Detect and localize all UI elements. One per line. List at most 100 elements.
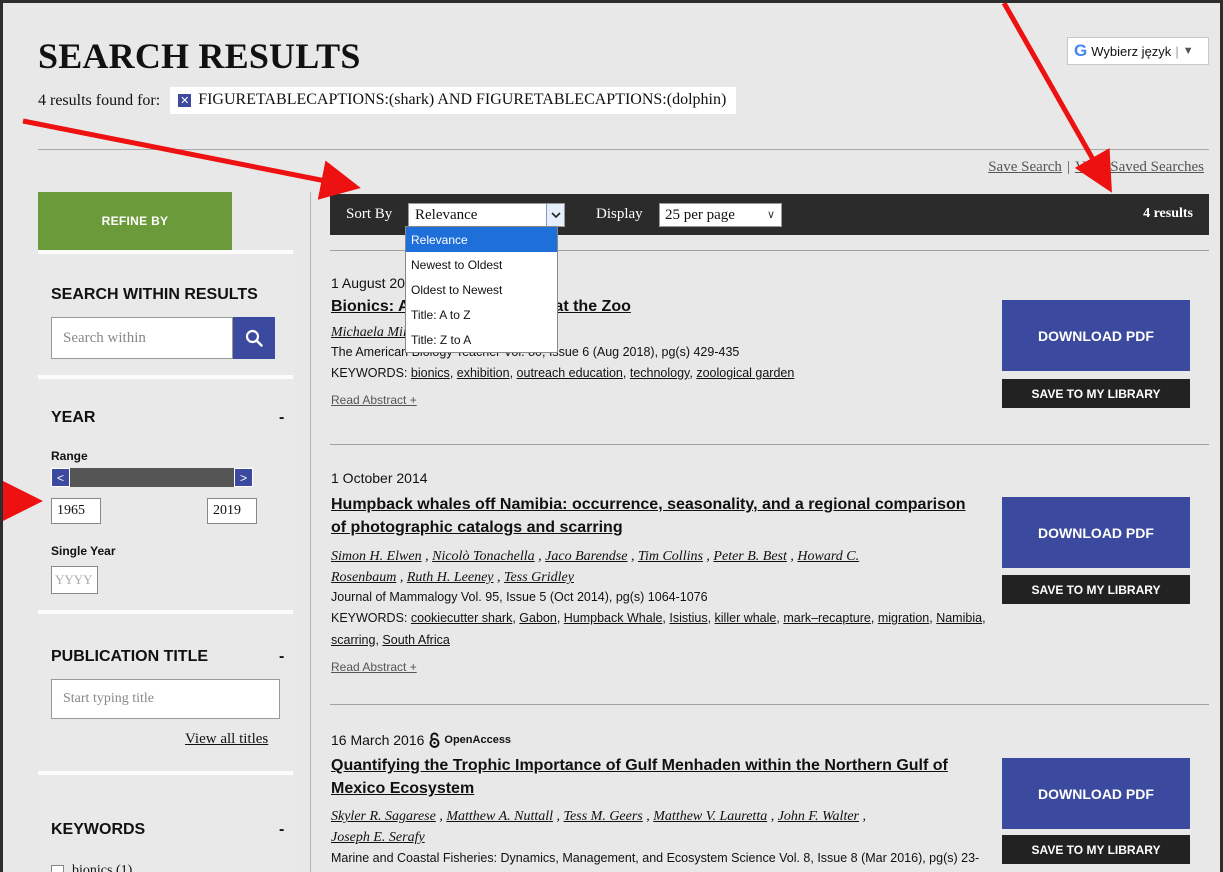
sort-option-title-az[interactable]: Title: A to Z — [406, 302, 557, 327]
result-keywords: KEYWORDS: bionics, exhibition, outreach … — [331, 366, 795, 380]
keyword-link[interactable]: outreach education — [517, 366, 623, 380]
result-authors: Simon H. Elwen , Nicolò Tonachella , Jac… — [331, 549, 860, 585]
range-left-handle[interactable]: < — [51, 468, 70, 487]
result-title-link[interactable]: Humpback whales off Namibia: occurrence,… — [331, 493, 981, 539]
view-all-titles-link[interactable]: View all titles — [185, 731, 268, 748]
keyword-link[interactable]: South Africa — [382, 633, 449, 647]
remove-query-icon[interactable]: ✕ — [178, 93, 192, 107]
results-found-text: 4 results found for: — [38, 91, 161, 109]
download-pdf-button[interactable]: DOWNLOAD PDF — [1002, 758, 1190, 829]
display-label: Display — [596, 206, 643, 222]
author-link[interactable]: Jaco Barendse — [545, 549, 627, 564]
single-year-input[interactable]: YYYY — [51, 566, 98, 594]
author-link[interactable]: Joseph E. Serafy — [331, 830, 425, 845]
sort-option-title-za[interactable]: Title: Z to A — [406, 327, 557, 352]
caret-down-icon: ▼ — [1182, 45, 1194, 57]
year-from-input[interactable]: 1965 — [51, 498, 101, 524]
author-link[interactable]: Tess Gridley — [504, 570, 574, 585]
language-selector[interactable]: G Wybierz język | ▼ — [1067, 37, 1209, 65]
page-title: SEARCH RESULTS — [38, 36, 361, 76]
publication-title-input[interactable]: Start typing title — [51, 679, 280, 719]
annotation-arrow — [1001, 3, 1112, 193]
query-chip: ✕ FIGURETABLECAPTIONS:(shark) AND FIGURE… — [170, 87, 737, 114]
author-link[interactable]: Tim Collins — [638, 549, 703, 564]
year-to-input[interactable]: 2019 — [207, 498, 257, 524]
keyword-link[interactable]: exhibition — [457, 366, 510, 380]
save-to-library-button[interactable]: SAVE TO MY LIBRARY — [1002, 379, 1190, 408]
range-right-handle[interactable]: > — [234, 468, 253, 487]
author-link[interactable]: Rosenbaum — [331, 570, 396, 585]
language-selector-label: Wybierz język — [1091, 43, 1172, 59]
year-range-slider[interactable] — [51, 468, 253, 487]
result-keywords: KEYWORDS: cookiecutter shark, Gabon, Hum… — [331, 611, 986, 647]
keyword-checkbox[interactable] — [51, 864, 64, 872]
sort-by-label: Sort By — [346, 206, 393, 222]
keywords-collapse-toggle[interactable]: - — [279, 821, 284, 839]
refine-by-tab[interactable]: REFINE BY — [38, 192, 232, 250]
keyword-link[interactable]: bionics — [411, 366, 450, 380]
page: SEARCH RESULTS G Wybierz język | ▼ 4 res… — [0, 0, 1223, 872]
download-pdf-button[interactable]: DOWNLOAD PDF — [1002, 300, 1190, 371]
keyword-link[interactable]: Isistius — [669, 611, 707, 625]
keyword-filter[interactable]: bionics (1) — [51, 863, 132, 872]
saved-search-links: Save Search | View Saved Searches — [988, 159, 1204, 176]
result-date: 1 October 2014 — [331, 470, 428, 486]
author-link[interactable]: Nicolò Tonachella — [432, 549, 535, 564]
read-abstract-link[interactable]: Read Abstract + — [331, 393, 417, 407]
keyword-link[interactable]: zoological garden — [696, 366, 794, 380]
keyword-link[interactable]: mark–recapture — [783, 611, 871, 625]
save-search-link[interactable]: Save Search — [988, 159, 1062, 175]
open-access-badge: OpenAccess — [428, 732, 511, 748]
range-label: Range — [51, 449, 88, 463]
keywords-label: KEYWORDS: — [331, 611, 408, 625]
author-link[interactable]: Peter B. Best — [713, 549, 786, 564]
year-heading: YEAR — [51, 409, 96, 426]
read-abstract-link[interactable]: Read Abstract + — [331, 660, 417, 674]
keyword-link[interactable]: scarring — [331, 633, 375, 647]
search-button[interactable] — [233, 317, 275, 359]
search-within-input[interactable]: Search within — [51, 317, 233, 359]
link-separator: | — [1066, 159, 1070, 175]
language-selector-separator: | — [1175, 43, 1179, 59]
author-link[interactable]: Howard C. — [797, 549, 859, 564]
query-text: FIGURETABLECAPTIONS:(shark) AND FIGURETA… — [198, 91, 727, 108]
download-pdf-button[interactable]: DOWNLOAD PDF — [1002, 497, 1190, 568]
author-link[interactable]: Ruth H. Leeney — [407, 570, 494, 585]
chevron-down-icon — [546, 204, 564, 226]
result-count: 4 results — [1143, 206, 1193, 221]
publication-collapse-toggle[interactable]: - — [279, 648, 284, 666]
result-title-link[interactable]: Quantifying the Trophic Importance of Gu… — [331, 754, 981, 800]
display-select[interactable]: 25 per page ∨ — [659, 203, 782, 227]
keyword-link[interactable]: killer whale — [715, 611, 777, 625]
chevron-down-icon: ∨ — [766, 208, 775, 221]
sidebar-separator — [38, 771, 293, 775]
save-to-library-button[interactable]: SAVE TO MY LIBRARY — [1002, 575, 1190, 604]
keyword-link[interactable]: Humpback Whale — [564, 611, 663, 625]
keyword-link[interactable]: technology — [630, 366, 690, 380]
keyword-link[interactable]: Namibia — [936, 611, 982, 625]
google-icon: G — [1074, 41, 1088, 60]
result-journal: Marine and Coastal Fisheries: Dynamics, … — [331, 851, 980, 872]
sort-option-oldest[interactable]: Oldest to Newest — [406, 277, 557, 302]
publication-title-heading: PUBLICATION TITLE — [51, 648, 209, 665]
author-link[interactable]: Skyler R. Sagarese — [331, 809, 436, 824]
author-link[interactable]: Matthew A. Nuttall — [446, 809, 553, 824]
divider — [38, 149, 1209, 150]
view-saved-searches-link[interactable]: View Saved Searches — [1075, 159, 1204, 175]
sort-select[interactable]: Relevance — [408, 203, 565, 227]
keyword-link[interactable]: Gabon — [519, 611, 557, 625]
search-within-heading: SEARCH WITHIN RESULTS — [51, 286, 258, 303]
keyword-filter-label: bionics (1) — [72, 863, 133, 872]
author-link[interactable]: Simon H. Elwen — [331, 549, 422, 564]
author-link[interactable]: Matthew V. Lauretta — [653, 809, 767, 824]
sort-option-relevance[interactable]: Relevance — [406, 227, 557, 252]
keyword-link[interactable]: migration — [878, 611, 929, 625]
keyword-link[interactable]: cookiecutter shark — [411, 611, 512, 625]
save-to-library-button[interactable]: SAVE TO MY LIBRARY — [1002, 835, 1190, 864]
sort-select-value: Relevance — [415, 207, 478, 223]
sort-option-newest[interactable]: Newest to Oldest — [406, 252, 557, 277]
author-link[interactable]: John F. Walter — [778, 809, 859, 824]
year-collapse-toggle[interactable]: - — [279, 409, 284, 427]
author-link[interactable]: Tess M. Geers — [564, 809, 643, 824]
divider — [330, 704, 1209, 705]
